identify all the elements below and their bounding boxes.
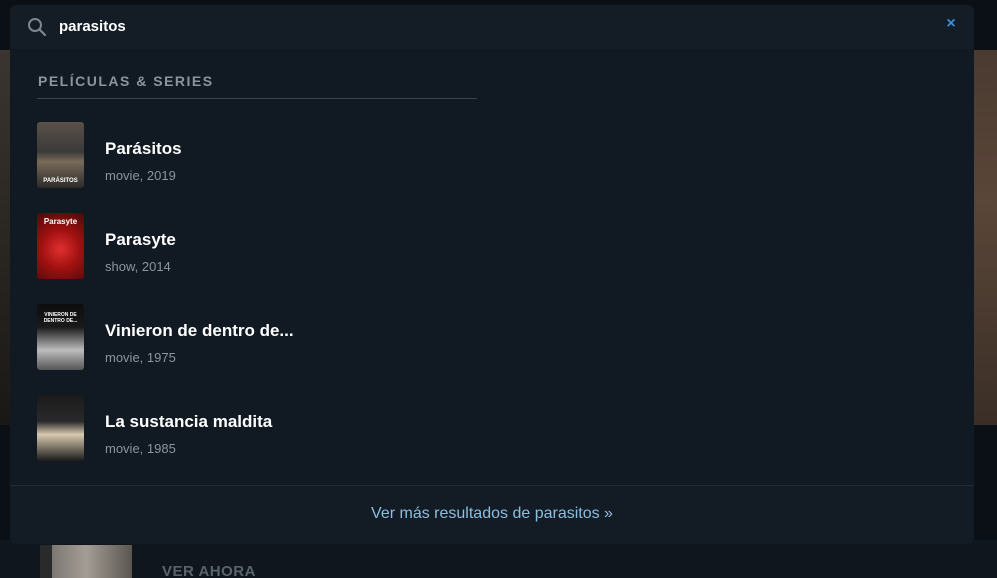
footer-divider bbox=[10, 485, 974, 486]
poster-image bbox=[37, 395, 84, 461]
background-bottom-strip bbox=[0, 540, 997, 578]
close-icon[interactable]: × bbox=[943, 16, 959, 32]
poster-label: PARÁSITOS bbox=[43, 178, 78, 184]
section-title: PELÍCULAS & SERIES bbox=[38, 73, 214, 89]
poster-image: PARÁSITOS bbox=[37, 122, 84, 188]
poster-image: VINIERON DE DENTRO DE... bbox=[37, 304, 84, 370]
result-item-vinieron[interactable]: VINIERON DE DENTRO DE... Vinieron de den… bbox=[37, 304, 477, 372]
search-input[interactable] bbox=[59, 14, 919, 38]
background-image-right bbox=[973, 50, 997, 425]
poster-label: VINIERON DE DENTRO DE... bbox=[43, 312, 78, 324]
result-meta: show, 2014 bbox=[105, 259, 171, 274]
poster-label: Parasyte bbox=[43, 217, 78, 226]
section-divider bbox=[37, 98, 477, 99]
more-results-link[interactable]: Ver más resultados de parasitos » bbox=[10, 505, 974, 523]
background-thumbnail[interactable] bbox=[40, 545, 132, 578]
result-meta: movie, 1975 bbox=[105, 350, 176, 365]
search-overlay: × PELÍCULAS & SERIES PARÁSITOS Parásitos… bbox=[10, 5, 974, 544]
result-item-sustancia[interactable]: La sustancia maldita movie, 1985 bbox=[37, 395, 477, 463]
poster-image: Parasyte bbox=[37, 213, 84, 279]
result-item-parasitos[interactable]: PARÁSITOS Parásitos movie, 2019 bbox=[37, 122, 477, 190]
watch-now-button[interactable]: VER AHORA bbox=[162, 563, 256, 578]
results-area: PELÍCULAS & SERIES PARÁSITOS Parásitos m… bbox=[10, 49, 974, 485]
result-meta: movie, 1985 bbox=[105, 441, 176, 456]
result-title: Parasyte bbox=[105, 230, 176, 249]
result-item-parasyte[interactable]: Parasyte Parasyte show, 2014 bbox=[37, 213, 477, 281]
search-bar: × bbox=[10, 5, 974, 49]
result-title: Vinieron de dentro de... bbox=[105, 321, 294, 340]
search-icon bbox=[27, 17, 47, 37]
result-title: La sustancia maldita bbox=[105, 412, 273, 431]
result-meta: movie, 2019 bbox=[105, 168, 176, 183]
result-title: Parásitos bbox=[105, 139, 182, 158]
